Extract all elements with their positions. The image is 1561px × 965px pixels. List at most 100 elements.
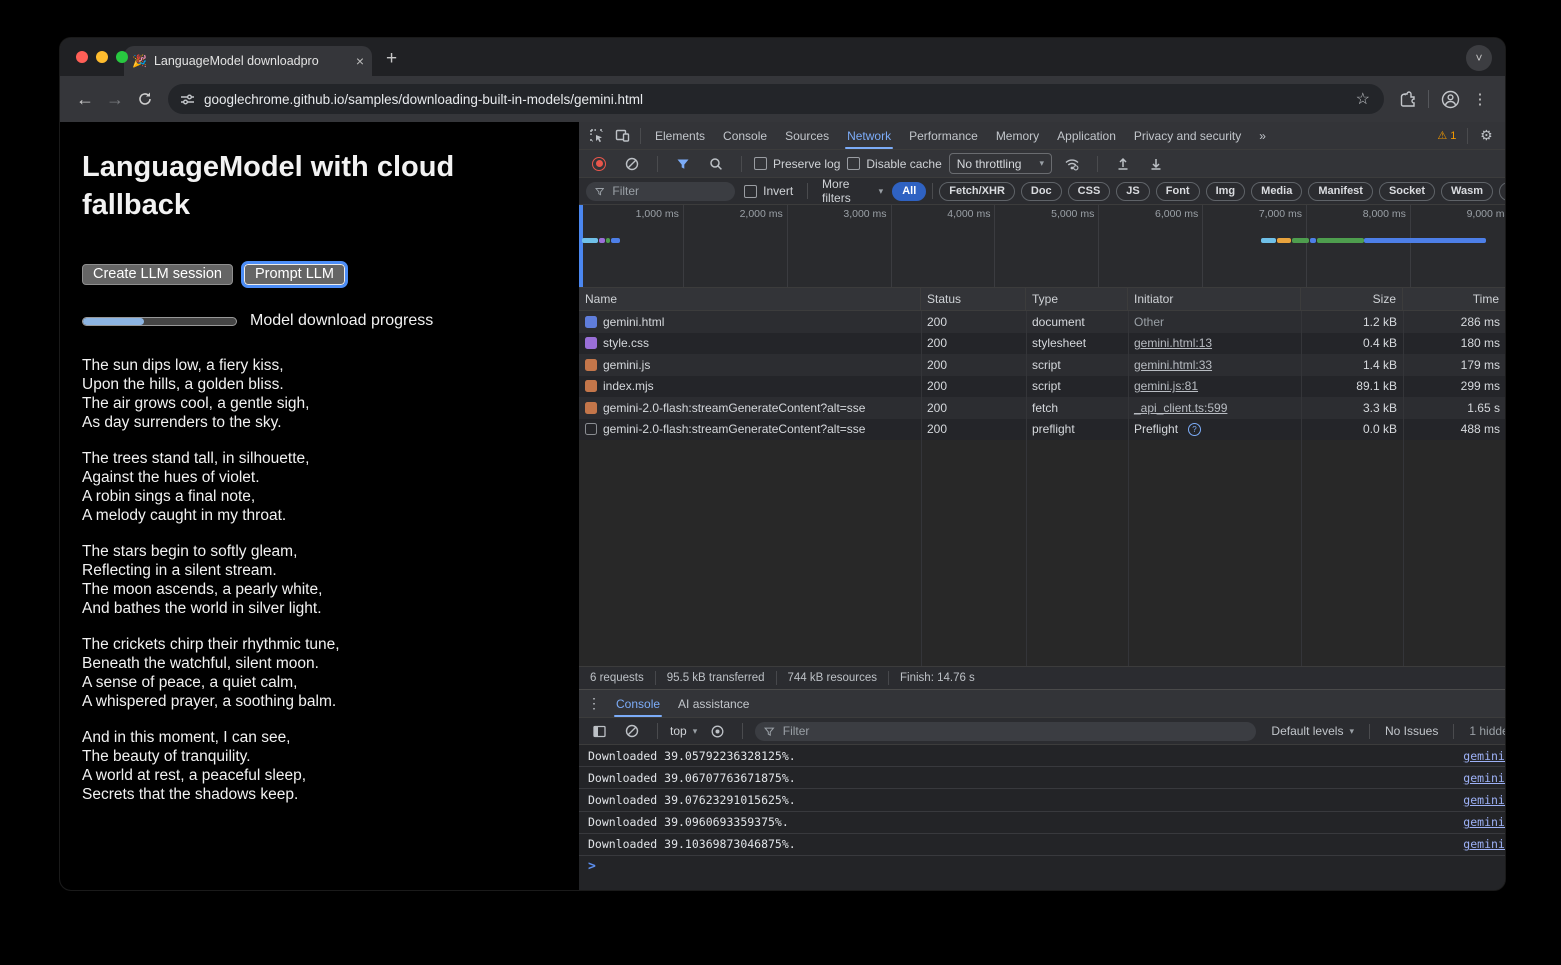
close-window-button[interactable] xyxy=(76,51,88,63)
preserve-log-checkbox[interactable]: Preserve log xyxy=(754,157,840,171)
clear-console-button[interactable] xyxy=(619,718,645,744)
network-conditions-button[interactable] xyxy=(1059,151,1085,177)
default-levels-dropdown[interactable]: Default levels▾ xyxy=(1271,724,1354,738)
back-button[interactable]: ← xyxy=(70,84,100,114)
devtools-tab-sources[interactable]: Sources xyxy=(776,122,838,149)
device-toolbar-button[interactable] xyxy=(609,123,635,149)
import-har-button[interactable] xyxy=(1110,151,1136,177)
preflight-link-icon[interactable]: ? xyxy=(1188,423,1201,436)
devtools-tab-elements[interactable]: Elements xyxy=(646,122,714,149)
invert-checkbox[interactable]: Invert xyxy=(744,184,793,198)
issues-warning-badge[interactable]: ⚠1 xyxy=(1431,129,1462,142)
console-message[interactable]: Downloaded 39.06707763671875%. gemini.js… xyxy=(579,767,1505,789)
console-message[interactable]: Downloaded 39.05792236328125%. gemini.js… xyxy=(579,745,1505,767)
filter-chip-wasm[interactable]: Wasm xyxy=(1441,182,1493,201)
filter-chip-css[interactable]: CSS xyxy=(1068,182,1111,201)
network-request-row[interactable]: gemini.html 200 document Other 1.2 kB 28… xyxy=(579,311,1505,333)
waterfall-bar-purple xyxy=(599,238,605,243)
overview-left-handle[interactable] xyxy=(579,205,583,287)
console-source-link[interactable]: gemini.js:39 xyxy=(1463,793,1505,807)
address-bar[interactable]: googlechrome.github.io/samples/downloadi… xyxy=(168,84,1384,114)
devtools-tab-memory[interactable]: Memory xyxy=(987,122,1048,149)
minimize-window-button[interactable] xyxy=(96,51,108,63)
initiator-link[interactable]: _api_client.ts:599 xyxy=(1134,401,1227,415)
filter-chip-font[interactable]: Font xyxy=(1156,182,1200,201)
network-request-row[interactable]: gemini-2.0-flash:streamGenerateContent?a… xyxy=(579,419,1505,441)
column-header-name[interactable]: Name xyxy=(579,288,921,310)
filter-toggle-button[interactable] xyxy=(670,151,696,177)
create-llm-session-button[interactable]: Create LLM session xyxy=(82,264,233,285)
filter-chip-doc[interactable]: Doc xyxy=(1021,182,1062,201)
console-source-link[interactable]: gemini.js:39 xyxy=(1463,771,1505,785)
export-har-button[interactable] xyxy=(1143,151,1169,177)
devtools-settings-button[interactable]: ⚙ xyxy=(1473,123,1499,149)
column-header-time[interactable]: Time xyxy=(1403,288,1505,310)
profile-button[interactable] xyxy=(1435,84,1465,114)
throttling-dropdown[interactable]: No throttling▾ xyxy=(949,153,1052,174)
console-context-dropdown[interactable]: top▾ xyxy=(670,724,697,738)
devtools-menu-button[interactable]: ⋮ xyxy=(1499,123,1505,149)
site-settings-icon[interactable] xyxy=(180,92,195,107)
devtools-tab-console[interactable]: Console xyxy=(714,122,776,149)
filter-chip-all[interactable]: All xyxy=(892,182,926,201)
summary-item: 95.5 kB transferred xyxy=(656,671,777,685)
reload-button[interactable] xyxy=(130,84,160,114)
network-request-row[interactable]: gemini.js 200 script gemini.html:33 1.4 … xyxy=(579,354,1505,376)
url-text[interactable]: googlechrome.github.io/samples/downloadi… xyxy=(204,92,1339,107)
initiator-link[interactable]: gemini.html:33 xyxy=(1134,358,1212,372)
network-filter-input[interactable] xyxy=(610,183,726,199)
new-tab-button[interactable]: + xyxy=(386,48,397,70)
filter-chip-socket[interactable]: Socket xyxy=(1379,182,1435,201)
network-request-row[interactable]: style.css 200 stylesheet gemini.html:13 … xyxy=(579,333,1505,355)
console-message[interactable]: Downloaded 39.10369873046875%. gemini.js… xyxy=(579,834,1505,856)
bookmark-star-icon[interactable]: ☆ xyxy=(1348,89,1378,109)
record-network-log-button[interactable] xyxy=(586,151,612,177)
filter-chip-js[interactable]: JS xyxy=(1116,182,1149,201)
console-filter-input[interactable] xyxy=(781,723,1248,739)
extensions-button[interactable] xyxy=(1392,84,1422,114)
more-tabs-button[interactable]: » xyxy=(1250,122,1275,149)
network-request-row[interactable]: gemini-2.0-flash:streamGenerateContent?a… xyxy=(579,397,1505,419)
filter-chip-manifest[interactable]: Manifest xyxy=(1308,182,1373,201)
column-header-size[interactable]: Size xyxy=(1301,288,1403,310)
column-header-initiator[interactable]: Initiator xyxy=(1128,288,1301,310)
prompt-llm-button[interactable]: Prompt LLM xyxy=(244,264,345,285)
browser-tab[interactable]: 🎉 LanguageModel downloadpro × xyxy=(124,46,372,76)
devtools-tab-network[interactable]: Network xyxy=(838,122,900,149)
browser-menu-button[interactable]: ⋮ xyxy=(1465,84,1495,114)
inspect-element-button[interactable] xyxy=(583,123,609,149)
console-prompt[interactable]: > xyxy=(579,856,1505,878)
clear-network-log-button[interactable] xyxy=(619,151,645,177)
live-expression-eye-button[interactable] xyxy=(704,718,730,744)
devtools-tab-performance[interactable]: Performance xyxy=(900,122,987,149)
console-message[interactable]: Downloaded 39.0960693359375%. gemini.js:… xyxy=(579,812,1505,834)
disable-cache-checkbox[interactable]: Disable cache xyxy=(847,157,941,171)
network-request-row[interactable]: index.mjs 200 script gemini.js:81 89.1 k… xyxy=(579,376,1505,398)
drawer-menu-button[interactable]: ⋮ xyxy=(581,691,607,717)
filter-chip-img[interactable]: Img xyxy=(1206,182,1246,201)
console-message[interactable]: Downloaded 39.07623291015625%. gemini.js… xyxy=(579,789,1505,811)
initiator-link[interactable]: gemini.js:81 xyxy=(1134,379,1198,393)
console-source-link[interactable]: gemini.js:39 xyxy=(1463,837,1505,851)
more-filters-dropdown[interactable]: More filters▾ xyxy=(822,177,883,205)
filter-chip-fetch-xhr[interactable]: Fetch/XHR xyxy=(939,182,1015,201)
issues-status[interactable]: No Issues xyxy=(1385,724,1438,738)
maximize-window-button[interactable] xyxy=(116,51,128,63)
tab-search-button[interactable]: ˅ xyxy=(1466,45,1492,71)
forward-button[interactable]: → xyxy=(100,84,130,114)
console-source-link[interactable]: gemini.js:39 xyxy=(1463,749,1505,763)
column-header-type[interactable]: Type xyxy=(1026,288,1128,310)
tab-close-icon[interactable]: × xyxy=(356,54,364,68)
filter-chip-media[interactable]: Media xyxy=(1251,182,1302,201)
initiator-link[interactable]: gemini.html:13 xyxy=(1134,336,1212,350)
devtools-tab-privacy-and-security[interactable]: Privacy and security xyxy=(1125,122,1250,149)
network-overview-timeline[interactable]: 1,000 ms2,000 ms3,000 ms4,000 ms5,000 ms… xyxy=(579,205,1505,288)
console-tab-console[interactable]: Console xyxy=(607,690,669,717)
column-header-status[interactable]: Status xyxy=(921,288,1026,310)
console-sidebar-button[interactable] xyxy=(586,718,612,744)
devtools-tab-application[interactable]: Application xyxy=(1048,122,1125,149)
console-source-link[interactable]: gemini.js:39 xyxy=(1463,815,1505,829)
search-button[interactable] xyxy=(703,151,729,177)
filter-chip-other[interactable]: Other xyxy=(1499,182,1505,201)
console-tab-ai-assistance[interactable]: AI assistance xyxy=(669,690,758,717)
